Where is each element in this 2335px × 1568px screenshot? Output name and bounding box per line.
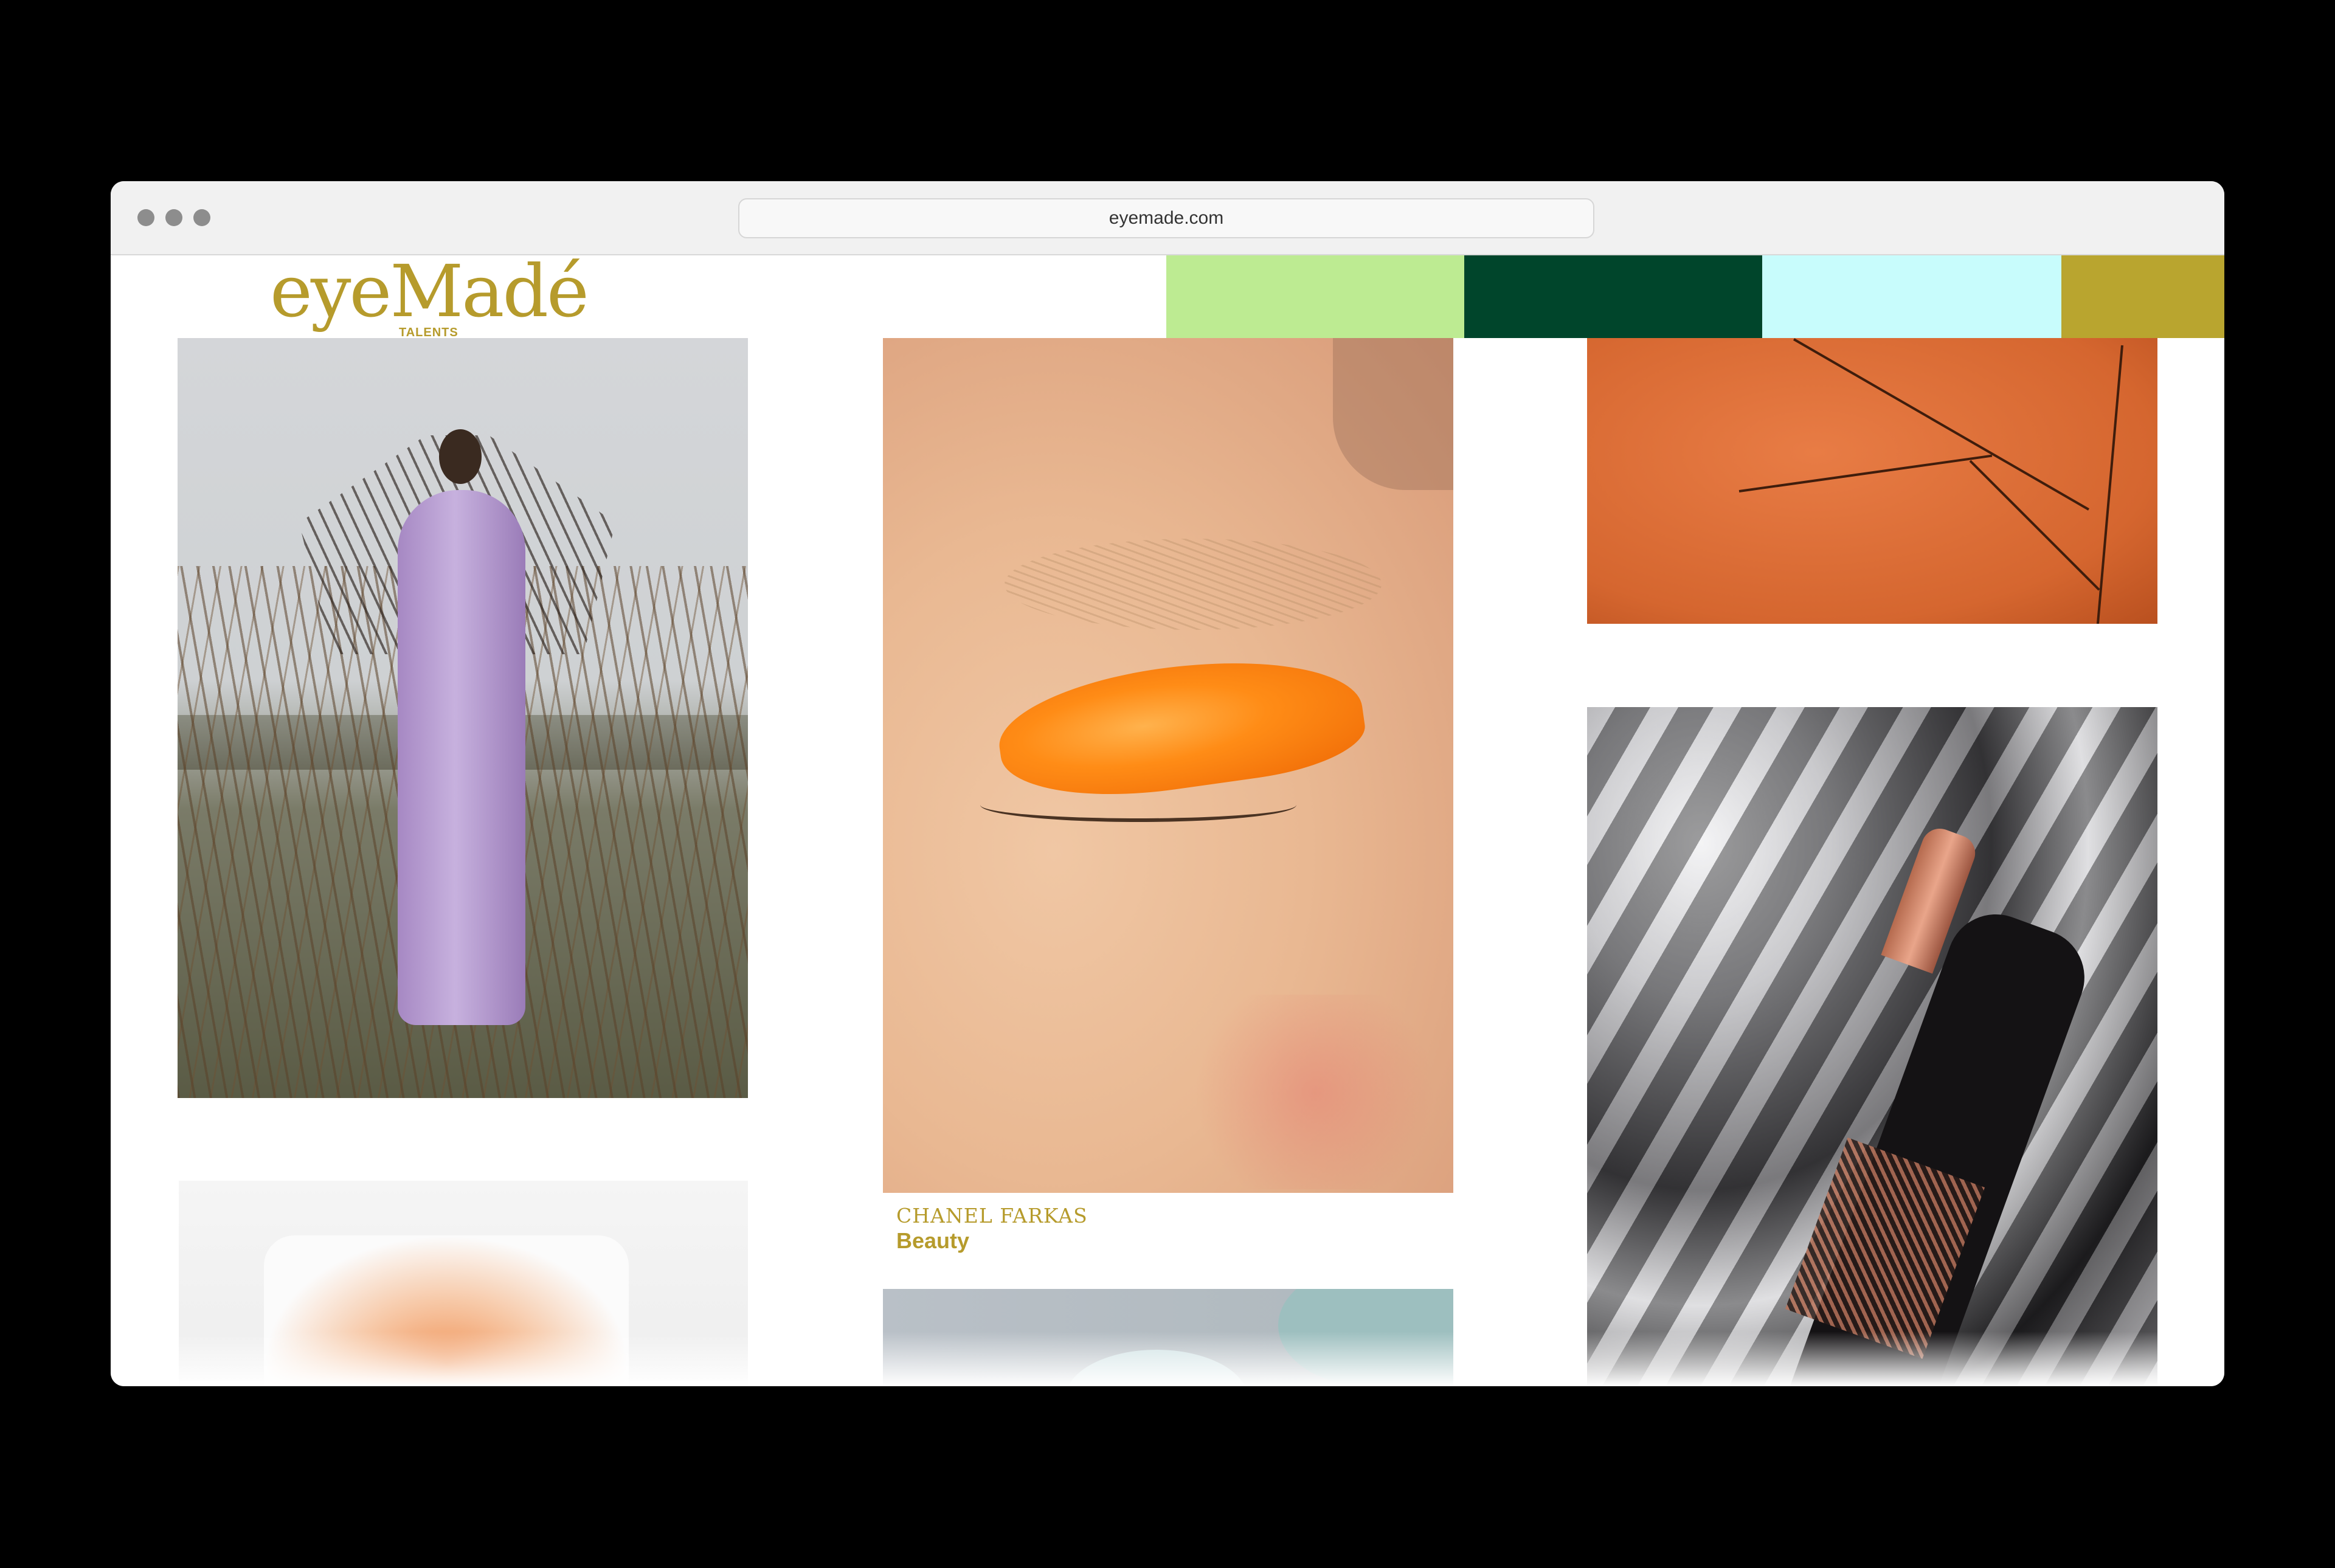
talent-name[interactable]: CHANEL FARKAS <box>896 1204 1088 1228</box>
beauty-eye-photo[interactable] <box>883 338 1453 1193</box>
close-dot-icon[interactable] <box>137 209 154 226</box>
model-head <box>439 429 482 484</box>
fashion-photo[interactable] <box>178 338 748 1098</box>
color-swatch-gold <box>2061 255 2224 338</box>
crack-line <box>1738 454 1993 492</box>
bottom-fade <box>111 1331 2224 1386</box>
color-swatch-light-cyan <box>1762 255 2061 338</box>
page-viewport: eyeMadé TALENTS CHANEL FARKAS Beauty <box>111 255 2224 1386</box>
browser-window: eyemade.com eyeMadé TALENTS CHANEL FARKA… <box>111 181 2224 1386</box>
color-swatch-dark-green <box>1464 255 1762 338</box>
address-bar[interactable]: eyemade.com <box>738 198 1594 238</box>
browser-chrome: eyemade.com <box>111 181 2224 255</box>
zoom-dot-icon[interactable] <box>193 209 210 226</box>
talent-category[interactable]: Beauty <box>896 1228 969 1254</box>
eyebrow <box>1005 539 1382 630</box>
crack-line <box>2096 345 2123 624</box>
cheek-blush <box>1175 995 1453 1189</box>
brand-logo[interactable]: eyeMadé TALENTS <box>270 255 598 339</box>
minimize-dot-icon[interactable] <box>165 209 182 226</box>
orange-eyeshadow <box>992 641 1370 813</box>
orange-clay-photo[interactable] <box>1587 338 2157 624</box>
brand-logo-wordmark: eyeMadé <box>270 255 589 333</box>
lilac-dress <box>398 490 525 1025</box>
color-swatch-light-green <box>1166 255 1464 338</box>
hair-shadow <box>1333 338 1453 490</box>
champagne-photo[interactable] <box>1587 707 2157 1386</box>
eyelashes <box>980 788 1296 822</box>
crack-line <box>1793 338 2089 511</box>
